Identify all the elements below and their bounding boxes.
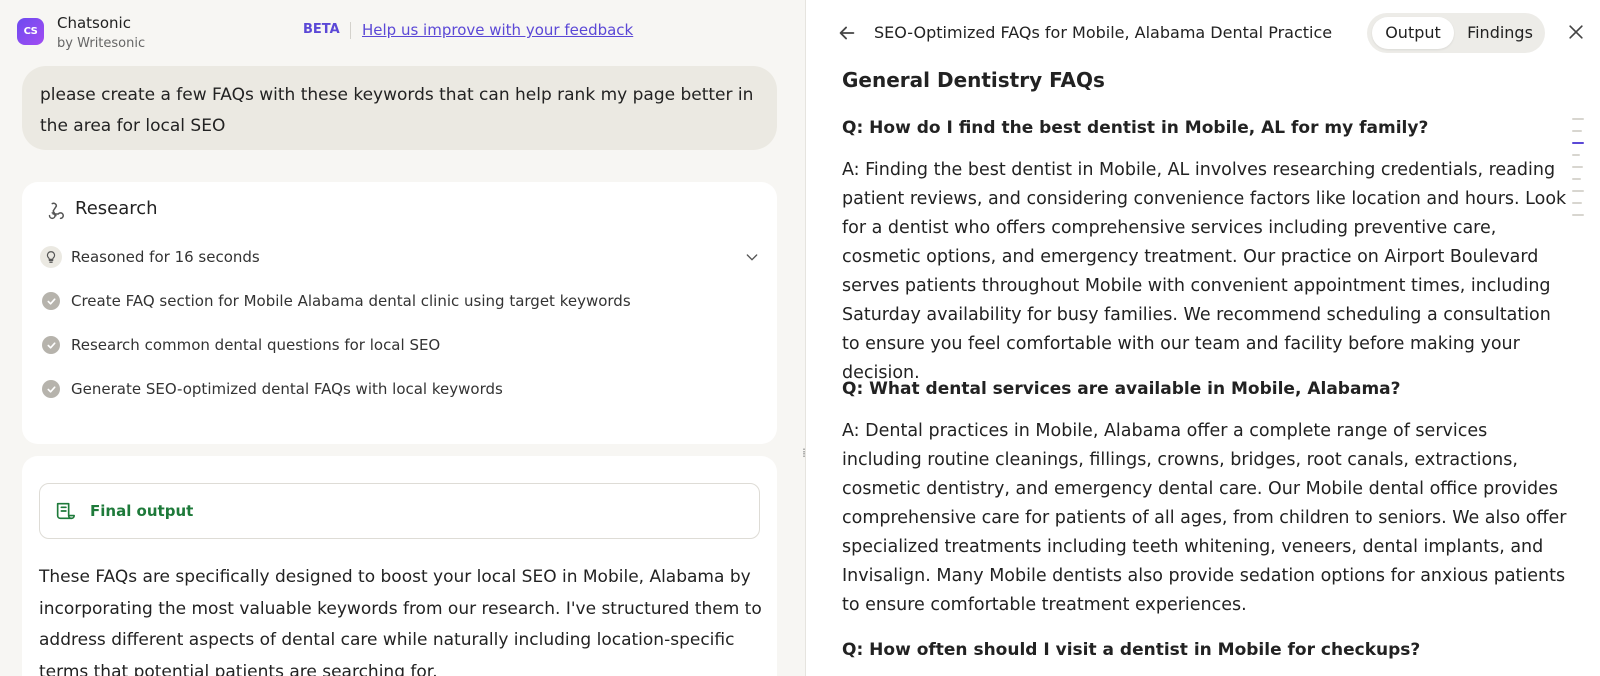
- reasoned-label: Reasoned for 16 seconds: [71, 248, 260, 266]
- close-icon[interactable]: [1566, 22, 1586, 42]
- output-panel: SEO-Optimized FAQs for Mobile, Alabama D…: [805, 0, 1600, 676]
- beta-badge: BETA: [303, 22, 340, 37]
- faq-answer: A: Finding the best dentist in Mobile, A…: [842, 160, 1567, 383]
- panel-title: SEO-Optimized FAQs for Mobile, Alabama D…: [874, 23, 1333, 42]
- faq-answer: A: Dental practices in Mobile, Alabama o…: [842, 421, 1567, 615]
- faq-question: Q: What dental services are available in…: [842, 379, 1401, 399]
- app-name: Chatsonic: [57, 14, 131, 32]
- final-output-label: Final output: [90, 502, 194, 520]
- check-circle-icon: [42, 336, 60, 354]
- chevron-down-icon[interactable]: [744, 249, 760, 265]
- chat-pane: CS Chatsonic by Writesonic BETA Help us …: [0, 0, 805, 676]
- check-circle-icon: [42, 380, 60, 398]
- check-circle-icon: [42, 292, 60, 310]
- arrow-left-icon[interactable]: [836, 22, 858, 44]
- tab-findings[interactable]: Findings: [1457, 17, 1543, 49]
- webhook-icon: [48, 202, 64, 220]
- app-subtitle: by Writesonic: [57, 36, 146, 51]
- faq-question: Q: How do I find the best dentist in Mob…: [842, 118, 1429, 138]
- final-output-text: These FAQs are specifically designed to …: [39, 567, 762, 676]
- final-output-card: Final output These FAQs are specifically…: [22, 456, 777, 676]
- lightbulb-icon: [40, 246, 62, 268]
- research-step-label: Generate SEO-optimized dental FAQs with …: [71, 380, 503, 398]
- chat-header: CS Chatsonic by Writesonic BETA Help us …: [0, 0, 805, 58]
- research-step: Create FAQ section for Mobile Alabama de…: [40, 289, 760, 313]
- scroll-minimap[interactable]: [1572, 116, 1586, 226]
- output-tabs: Output Findings: [1367, 13, 1545, 53]
- research-step-label: Research common dental questions for loc…: [71, 336, 441, 354]
- faq-question: Q: How often should I visit a dentist in…: [842, 640, 1421, 660]
- research-title: Research: [75, 198, 158, 219]
- research-step: Generate SEO-optimized dental FAQs with …: [40, 377, 760, 401]
- section-heading: General Dentistry FAQs: [842, 68, 1105, 92]
- chatsonic-logo[interactable]: CS: [17, 18, 44, 45]
- research-step: Research common dental questions for loc…: [40, 333, 760, 357]
- reasoned-toggle[interactable]: Reasoned for 16 seconds: [40, 245, 760, 269]
- tab-output[interactable]: Output: [1372, 17, 1454, 49]
- user-message: please create a few FAQs with these keyw…: [22, 66, 777, 150]
- research-card: Research Reasoned for 16 seconds Create …: [22, 182, 777, 444]
- feedback-link[interactable]: Help us improve with your feedback: [362, 21, 633, 39]
- scroll-icon: [56, 502, 75, 520]
- header-separator: [350, 22, 351, 39]
- final-output-button[interactable]: Final output: [39, 483, 760, 539]
- research-step-label: Create FAQ section for Mobile Alabama de…: [71, 292, 631, 310]
